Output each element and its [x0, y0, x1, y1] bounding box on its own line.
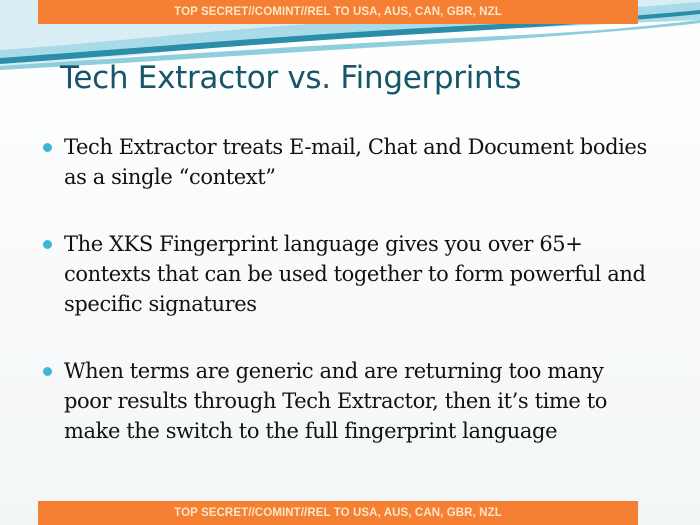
bullet-text: The XKS Fingerprint language gives you o…: [64, 232, 646, 316]
bullet-dot-icon: [43, 367, 52, 376]
bullet-text: Tech Extractor treats E-mail, Chat and D…: [64, 135, 647, 189]
slide: TOP SECRET//COMINT//REL TO USA, AUS, CAN…: [0, 0, 700, 525]
slide-title: Tech Extractor vs. Fingerprints: [60, 60, 522, 96]
classification-banner-top: TOP SECRET//COMINT//REL TO USA, AUS, CAN…: [38, 0, 638, 24]
bullet-list: Tech Extractor treats E-mail, Chat and D…: [40, 132, 650, 483]
bullet-item: Tech Extractor treats E-mail, Chat and D…: [40, 132, 650, 192]
bullet-item: When terms are generic and are returning…: [40, 356, 650, 446]
bullet-item: The XKS Fingerprint language gives you o…: [40, 229, 650, 319]
classification-banner-bottom: TOP SECRET//COMINT//REL TO USA, AUS, CAN…: [38, 501, 638, 525]
bullet-dot-icon: [43, 240, 52, 249]
bullet-text: When terms are generic and are returning…: [64, 359, 608, 443]
bullet-dot-icon: [43, 143, 52, 152]
